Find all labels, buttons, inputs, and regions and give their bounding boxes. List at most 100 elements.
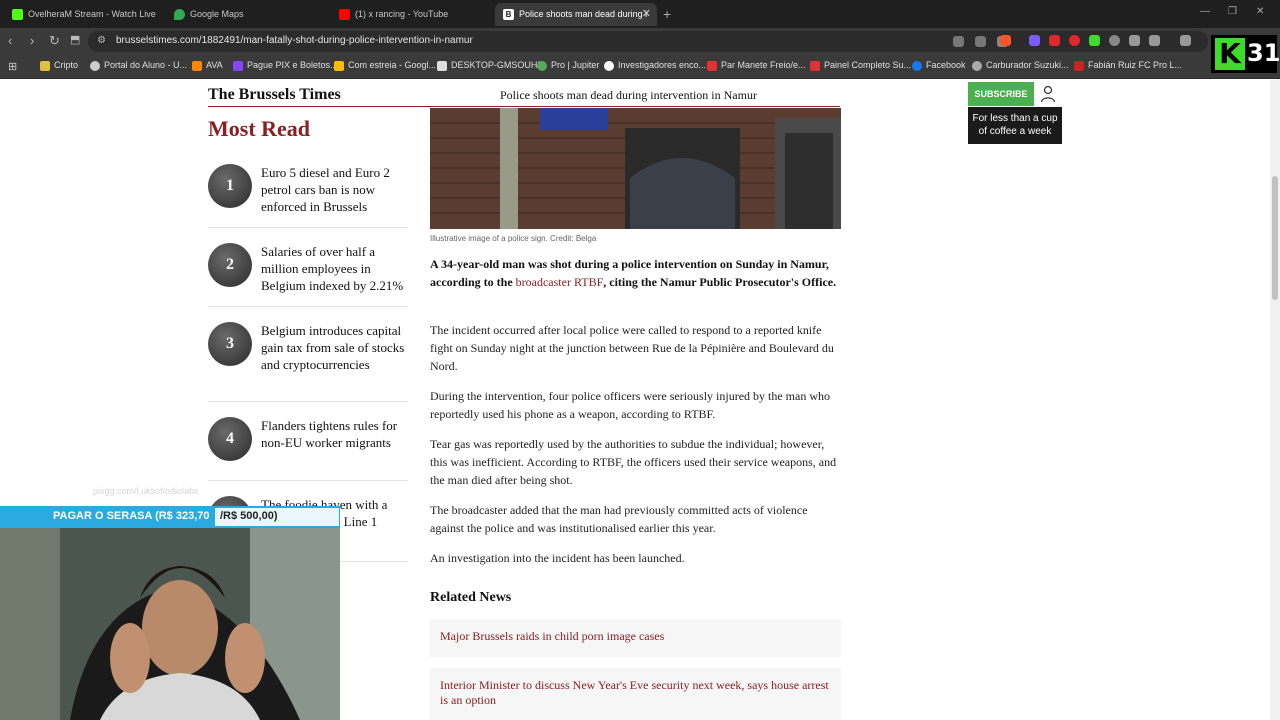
tab-title: Google Maps	[190, 9, 244, 19]
goal-label: PAGAR O SERASA (R$ 323,70	[53, 510, 210, 522]
brave-shield-icon[interactable]	[1000, 35, 1011, 46]
reload-icon[interactable]: ↻	[49, 33, 60, 49]
apps-grid-icon[interactable]: ⊞	[8, 60, 17, 73]
bookmark-item[interactable]: Pague PIX e Boletos...	[233, 60, 338, 71]
bookmark-favicon	[334, 61, 344, 71]
related-news-link[interactable]: Interior Minister to discuss New Year's …	[430, 668, 841, 720]
donation-watermark: pixgg.com/l.uksof/odiolabx	[93, 486, 199, 496]
bookmark-favicon	[233, 61, 243, 71]
new-tab-button[interactable]: +	[663, 3, 671, 26]
rank-badge: 1	[208, 164, 252, 208]
wallet-icon[interactable]	[1149, 35, 1160, 46]
bookmark-favicon	[192, 61, 202, 71]
article-paragraph: The incident occurred after local police…	[430, 323, 834, 373]
most-read-link[interactable]: Euro 5 diesel and Euro 2 petrol cars ban…	[261, 164, 411, 215]
most-read-link[interactable]: Salaries of over half a million employee…	[261, 243, 411, 294]
webcam-person-image	[0, 528, 340, 720]
extension-icon-2[interactable]	[1049, 35, 1060, 46]
article-paragraph: Tear gas was reportedly used by the auth…	[430, 437, 837, 487]
bookmark-item[interactable]: Painel Completo Su...	[810, 60, 911, 71]
brussels-times-icon: B	[503, 9, 514, 20]
related-news-link[interactable]: Major Brussels raids in child porn image…	[430, 619, 841, 657]
bookmark-item[interactable]: Investigadores enco...	[604, 60, 706, 71]
subscribe-button[interactable]: SUBSCRIBE	[968, 82, 1034, 106]
extension-icon-5[interactable]	[1109, 35, 1120, 46]
window-close-icon[interactable]: ✕	[1256, 6, 1264, 17]
bookmark-item[interactable]: Pro | Jupiter	[537, 60, 599, 71]
most-read-item[interactable]: 1 Euro 5 diesel and Euro 2 petrol cars b…	[208, 164, 408, 228]
site-header: The Brussels Times Police shoots man dea…	[208, 80, 840, 107]
bookmark-item[interactable]: Com estreia - Googl...	[334, 60, 436, 71]
bookmark-favicon	[437, 61, 447, 71]
extension-icon-4[interactable]	[1089, 35, 1100, 46]
google-icon	[604, 61, 614, 71]
bookmark-favicon	[90, 61, 100, 71]
kick-badge: K 31	[1211, 35, 1280, 73]
kick-logo: K	[1215, 38, 1245, 70]
user-account-icon[interactable]	[1040, 85, 1056, 103]
article-lead: A 34-year-old man was shot during a poli…	[430, 255, 842, 291]
most-read-heading: Most Read	[208, 116, 311, 141]
close-tab-icon[interactable]: ✕	[642, 3, 651, 26]
site-logo[interactable]: The Brussels Times	[208, 86, 341, 104]
address-bar[interactable]: ⚙ brusselstimes.com/1882491/man-fatally-…	[88, 31, 1208, 52]
browser-toolbar: ‹ › ↻ ⬒ ⚙ brusselstimes.com/1882491/man-…	[0, 28, 1280, 55]
tab-title: OvelheraM Stream - Watch Live	[28, 9, 156, 19]
facebook-icon	[912, 61, 922, 71]
tab-stream[interactable]: OvelheraM Stream - Watch Live	[4, 3, 156, 26]
rank-badge: 3	[208, 322, 252, 366]
sidebar-toggle-icon[interactable]	[1180, 35, 1191, 46]
extension-icon-3[interactable]	[1069, 35, 1080, 46]
article-image	[430, 108, 841, 229]
bookmark-item[interactable]: Carburador Suzuki...	[972, 60, 1069, 71]
maximize-icon[interactable]: ❐	[1228, 6, 1237, 17]
most-read-link[interactable]: Belgium introduces capital gain tax from…	[261, 322, 411, 373]
extension-icon-1[interactable]	[1029, 35, 1040, 46]
bookmark-item[interactable]: DESKTOP-GMSOUHF	[437, 60, 543, 71]
maps-icon	[174, 9, 185, 20]
article-paragraph: An investigation into the incident has b…	[430, 551, 685, 565]
bookmark-item[interactable]: Par Manete Freio/e...	[707, 60, 806, 71]
most-read-link[interactable]: Flanders tightens rules for non-EU worke…	[261, 417, 411, 451]
article-paragraph: During the intervention, four police off…	[430, 389, 831, 421]
bookmark-item[interactable]: Cripto	[40, 60, 78, 71]
folder-icon	[40, 61, 50, 71]
rtbf-link[interactable]: broadcaster RTBF	[516, 275, 604, 289]
image-caption: Illustrative image of a police sign. Cre…	[430, 234, 597, 243]
bookmark-item[interactable]: Portal do Aluno - U...	[90, 60, 187, 71]
url-text: brusselstimes.com/1882491/man-fatally-sh…	[116, 35, 473, 46]
goal-amount: /R$ 500,00)	[220, 510, 278, 522]
badge-number: 31	[1247, 39, 1280, 67]
bookmark-page-icon[interactable]: ⬒	[70, 33, 80, 46]
forward-icon[interactable]: ›	[30, 33, 34, 48]
bookmark-item[interactable]: Fabián Ruiz FC Pro L...	[1074, 60, 1182, 71]
share-icon[interactable]	[975, 36, 986, 47]
page-scrollbar[interactable]	[1270, 80, 1280, 720]
tab-strip: OvelheraM Stream - Watch Live Google Map…	[0, 0, 1280, 28]
tab-youtube[interactable]: (1) x rancing - YouTube	[331, 3, 491, 26]
minimize-icon[interactable]: —	[1200, 6, 1210, 17]
site-info-icon[interactable]: ⚙	[97, 35, 106, 46]
related-news-heading: Related News	[430, 590, 512, 605]
most-read-item[interactable]: 2 Salaries of over half a million employ…	[208, 243, 408, 307]
bookmark-favicon	[810, 61, 820, 71]
bookmark-favicon	[972, 61, 982, 71]
subscribe-tooltip: For less than a cup of coffee a week	[968, 107, 1062, 144]
bookmark-favicon	[537, 61, 547, 71]
rank-badge: 4	[208, 417, 252, 461]
translate-icon[interactable]	[953, 36, 964, 47]
tab-title: Police shoots man dead during i	[519, 9, 648, 19]
bookmark-favicon	[707, 61, 717, 71]
tab-brussels-times[interactable]: B Police shoots man dead during i ✕	[495, 3, 657, 26]
back-icon[interactable]: ‹	[8, 33, 12, 48]
bookmark-item[interactable]: AVA	[192, 60, 223, 71]
most-read-item[interactable]: 3 Belgium introduces capital gain tax fr…	[208, 322, 408, 402]
tab-google-maps[interactable]: Google Maps	[166, 3, 326, 26]
bookmark-item[interactable]: Facebook	[912, 60, 966, 71]
most-read-item[interactable]: 4 Flanders tightens rules for non-EU wor…	[208, 417, 408, 481]
scrollbar-thumb[interactable]	[1272, 176, 1278, 300]
header-article-title: Police shoots man dead during interventi…	[500, 88, 757, 102]
extensions-puzzle-icon[interactable]	[1129, 35, 1140, 46]
lead-text: , citing the Namur Public Prosecutor's O…	[603, 275, 837, 289]
rank-badge: 2	[208, 243, 252, 287]
